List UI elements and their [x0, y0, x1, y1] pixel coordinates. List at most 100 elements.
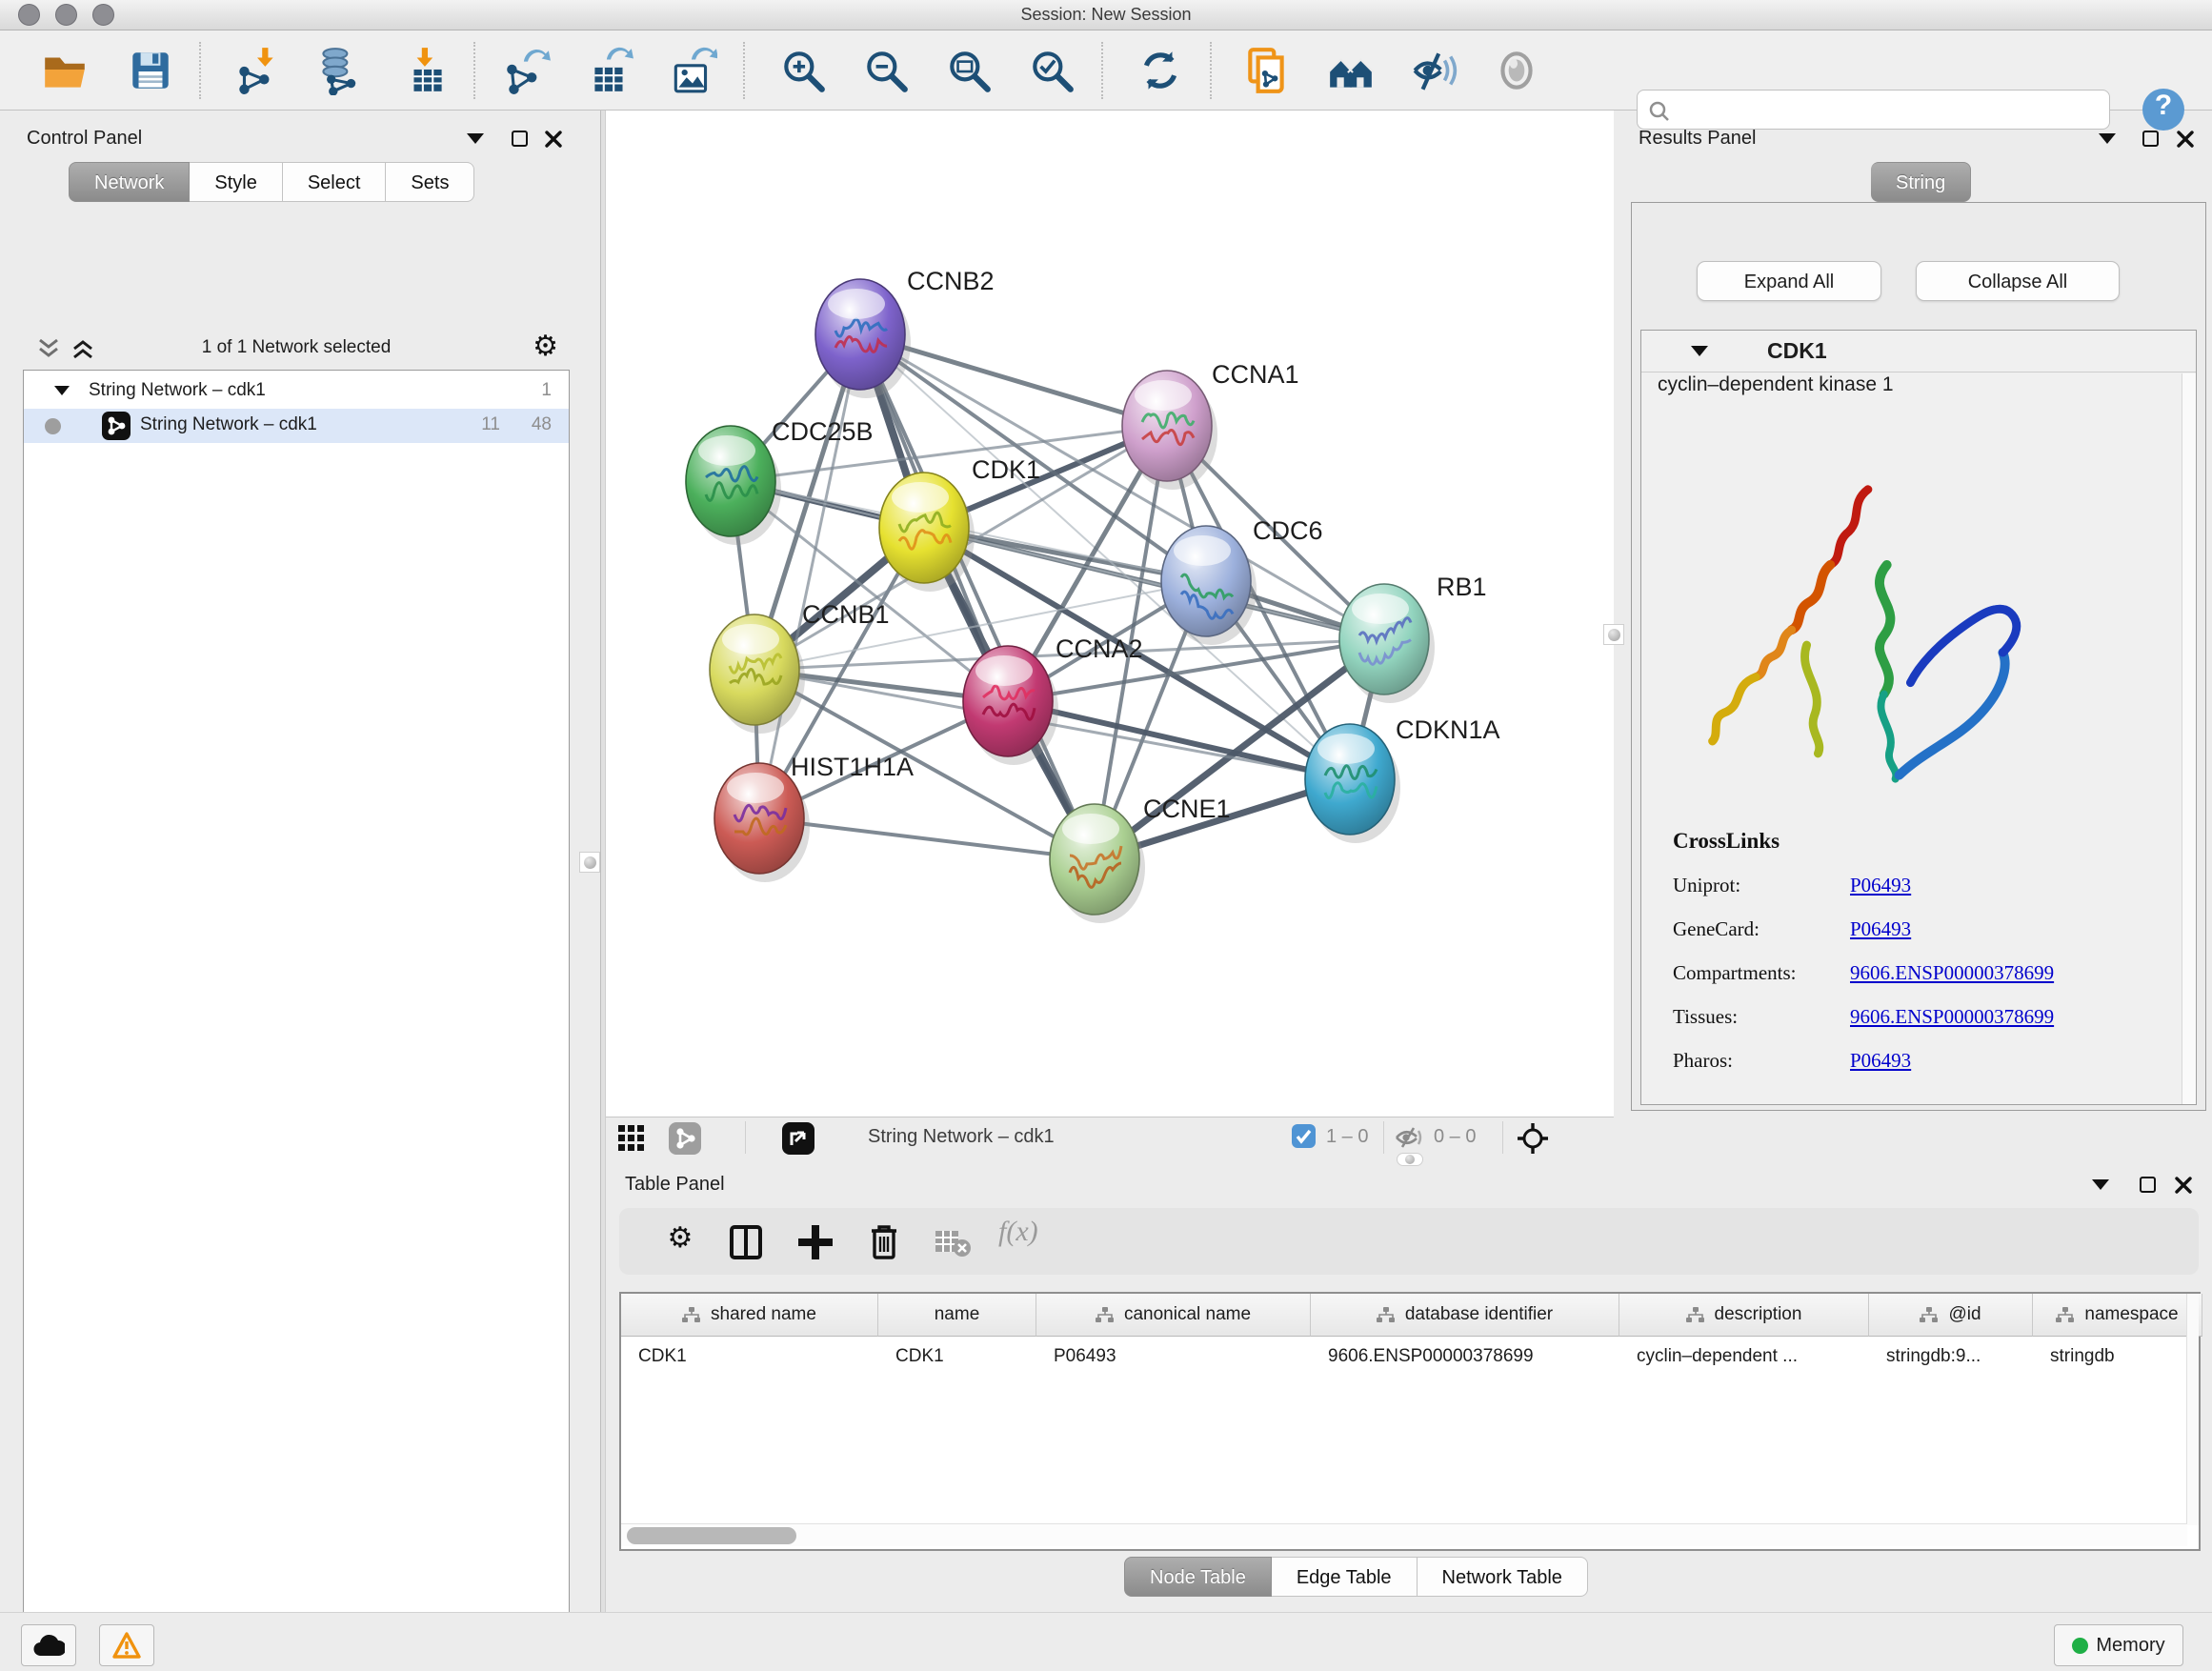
crosslink-link[interactable]: P06493: [1850, 1049, 1911, 1072]
node-CCNA1[interactable]: [1122, 371, 1217, 490]
edge-CCNB2-HIST1H1A[interactable]: [759, 334, 860, 818]
gene-description: cyclin–dependent kinase 1: [1658, 373, 1894, 396]
import-table-icon[interactable]: [402, 46, 452, 95]
cloud-status-button[interactable]: [21, 1624, 76, 1666]
scrollbar-thumb[interactable]: [627, 1527, 796, 1544]
tab-sets[interactable]: Sets: [386, 162, 474, 202]
export-table-icon[interactable]: [585, 46, 634, 95]
node-RB1[interactable]: [1339, 584, 1435, 703]
zoom-in-icon[interactable]: [778, 46, 828, 95]
zoom-fit-icon[interactable]: [944, 46, 994, 95]
zoom-out-icon[interactable]: [861, 46, 911, 95]
tab-network[interactable]: Network: [69, 162, 190, 202]
import-database-icon[interactable]: [313, 46, 363, 95]
edge-CCNA2-CDKN1A[interactable]: [1008, 701, 1350, 779]
node-CDC6[interactable]: [1161, 526, 1257, 645]
column-header-database-identifier[interactable]: database identifier: [1311, 1294, 1619, 1337]
import-network-icon[interactable]: [232, 46, 282, 95]
show-eye-icon[interactable]: [1492, 46, 1541, 95]
show-columns-icon[interactable]: [726, 1221, 768, 1263]
panel-menu-icon[interactable]: [2099, 133, 2116, 144]
crosslink-link[interactable]: 9606.ENSP00000378699: [1850, 1005, 2054, 1028]
panel-float-icon[interactable]: [512, 131, 528, 147]
search-input[interactable]: [1637, 90, 2110, 130]
crosslink-link[interactable]: P06493: [1850, 874, 1911, 896]
export-image-icon[interactable]: [668, 46, 717, 95]
panel-close-icon[interactable]: [2177, 131, 2194, 148]
bottom-splitter-handle[interactable]: [1397, 1153, 1423, 1166]
panel-close-icon[interactable]: [2175, 1177, 2192, 1194]
hide-selected-eye-icon[interactable]: [1409, 46, 1458, 95]
panel-menu-icon[interactable]: [2092, 1179, 2109, 1190]
expand-all-button[interactable]: Expand All: [1697, 261, 1881, 301]
cell-name[interactable]: CDK1: [878, 1337, 1036, 1379]
warnings-button[interactable]: [99, 1624, 154, 1666]
column-header-namespace[interactable]: namespace: [2033, 1294, 2202, 1337]
node-CCNE1[interactable]: [1050, 804, 1145, 923]
birdseye-crosshair-icon[interactable]: [1517, 1122, 1549, 1155]
column-header-description[interactable]: description: [1619, 1294, 1869, 1337]
node-CDKN1A[interactable]: [1305, 724, 1400, 843]
panel-close-icon[interactable]: [545, 131, 562, 148]
gene-section-header[interactable]: CDK1: [1641, 331, 2196, 372]
node-CCNA2[interactable]: [963, 646, 1058, 765]
tab-string[interactable]: String: [1871, 162, 1971, 202]
column-label: @id: [1948, 1304, 1981, 1325]
tab-node-table[interactable]: Node Table: [1124, 1557, 1272, 1597]
cell-shared-name[interactable]: CDK1: [621, 1337, 878, 1379]
home-networks-icon[interactable]: [1326, 46, 1376, 95]
network-row-selected[interactable]: String Network – cdk1 11 48: [24, 409, 569, 443]
column-header-canonical-name[interactable]: canonical name: [1036, 1294, 1311, 1337]
network-collection-row[interactable]: String Network – cdk1 1: [24, 374, 569, 409]
delete-column-icon[interactable]: [863, 1221, 905, 1263]
tab-select[interactable]: Select: [283, 162, 387, 202]
grid-view-icon[interactable]: [617, 1124, 646, 1153]
network-share-icon[interactable]: [669, 1122, 701, 1155]
panel-float-icon[interactable]: [2142, 131, 2159, 147]
tab-network-table[interactable]: Network Table: [1418, 1557, 1588, 1597]
gene-expander-icon[interactable]: [1691, 346, 1708, 356]
open-in-window-icon[interactable]: [782, 1122, 814, 1155]
network-options-gear-icon[interactable]: ⚙: [533, 326, 558, 368]
export-network-icon[interactable]: [502, 46, 552, 95]
node-CDK1[interactable]: [879, 473, 975, 592]
save-session-icon[interactable]: [126, 46, 175, 95]
help-icon[interactable]: ?: [2140, 86, 2187, 133]
function-builder-icon[interactable]: f(x): [998, 1216, 1065, 1258]
tab-style[interactable]: Style: [190, 162, 282, 202]
cell-database-identifier[interactable]: 9606.ENSP00000378699: [1311, 1337, 1619, 1379]
refresh-icon[interactable]: [1136, 46, 1185, 95]
cell-@id[interactable]: stringdb:9...: [1869, 1337, 2033, 1379]
cell-namespace[interactable]: stringdb: [2033, 1337, 2202, 1379]
node-CCNB2[interactable]: [815, 279, 911, 398]
network-edge-count: 48: [532, 414, 552, 435]
panel-float-icon[interactable]: [2140, 1177, 2156, 1193]
open-session-icon[interactable]: [40, 46, 90, 95]
cell-description[interactable]: cyclin–dependent ...: [1619, 1337, 1869, 1379]
panel-menu-icon[interactable]: [467, 133, 484, 144]
table-horizontal-scrollbar[interactable]: [621, 1523, 2187, 1546]
right-splitter-handle[interactable]: [1603, 624, 1624, 645]
cell-canonical-name[interactable]: P06493: [1036, 1337, 1311, 1379]
collection-expander-icon[interactable]: [54, 386, 70, 395]
column-header-@id[interactable]: @id: [1869, 1294, 2033, 1337]
zoom-selected-icon[interactable]: [1027, 46, 1076, 95]
crosslink-link[interactable]: 9606.ENSP00000378699: [1850, 961, 2054, 984]
column-header-shared-name[interactable]: shared name: [621, 1294, 878, 1337]
delete-table-icon[interactable]: [932, 1221, 974, 1263]
collapse-all-button[interactable]: Collapse All: [1916, 261, 2120, 301]
add-column-icon[interactable]: [794, 1221, 836, 1263]
left-splitter-handle[interactable]: [579, 852, 600, 873]
table-options-gear-icon[interactable]: ⚙: [659, 1218, 701, 1259]
column-header-name[interactable]: name: [878, 1294, 1036, 1337]
table-vertical-scrollbar[interactable]: [2186, 1294, 2199, 1525]
selected-checkbox-icon[interactable]: [1292, 1124, 1316, 1148]
node-CCNB1[interactable]: [710, 614, 805, 734]
memory-button[interactable]: Memory: [2054, 1624, 2183, 1666]
network-selection-status: 1 of 1 Network selected: [23, 337, 570, 358]
clone-network-icon[interactable]: [1242, 46, 1292, 95]
crosslink-link[interactable]: P06493: [1850, 917, 1911, 940]
hidden-eye-icon[interactable]: [1395, 1126, 1425, 1149]
tab-edge-table[interactable]: Edge Table: [1272, 1557, 1418, 1597]
node-CDC25B[interactable]: [686, 426, 781, 545]
